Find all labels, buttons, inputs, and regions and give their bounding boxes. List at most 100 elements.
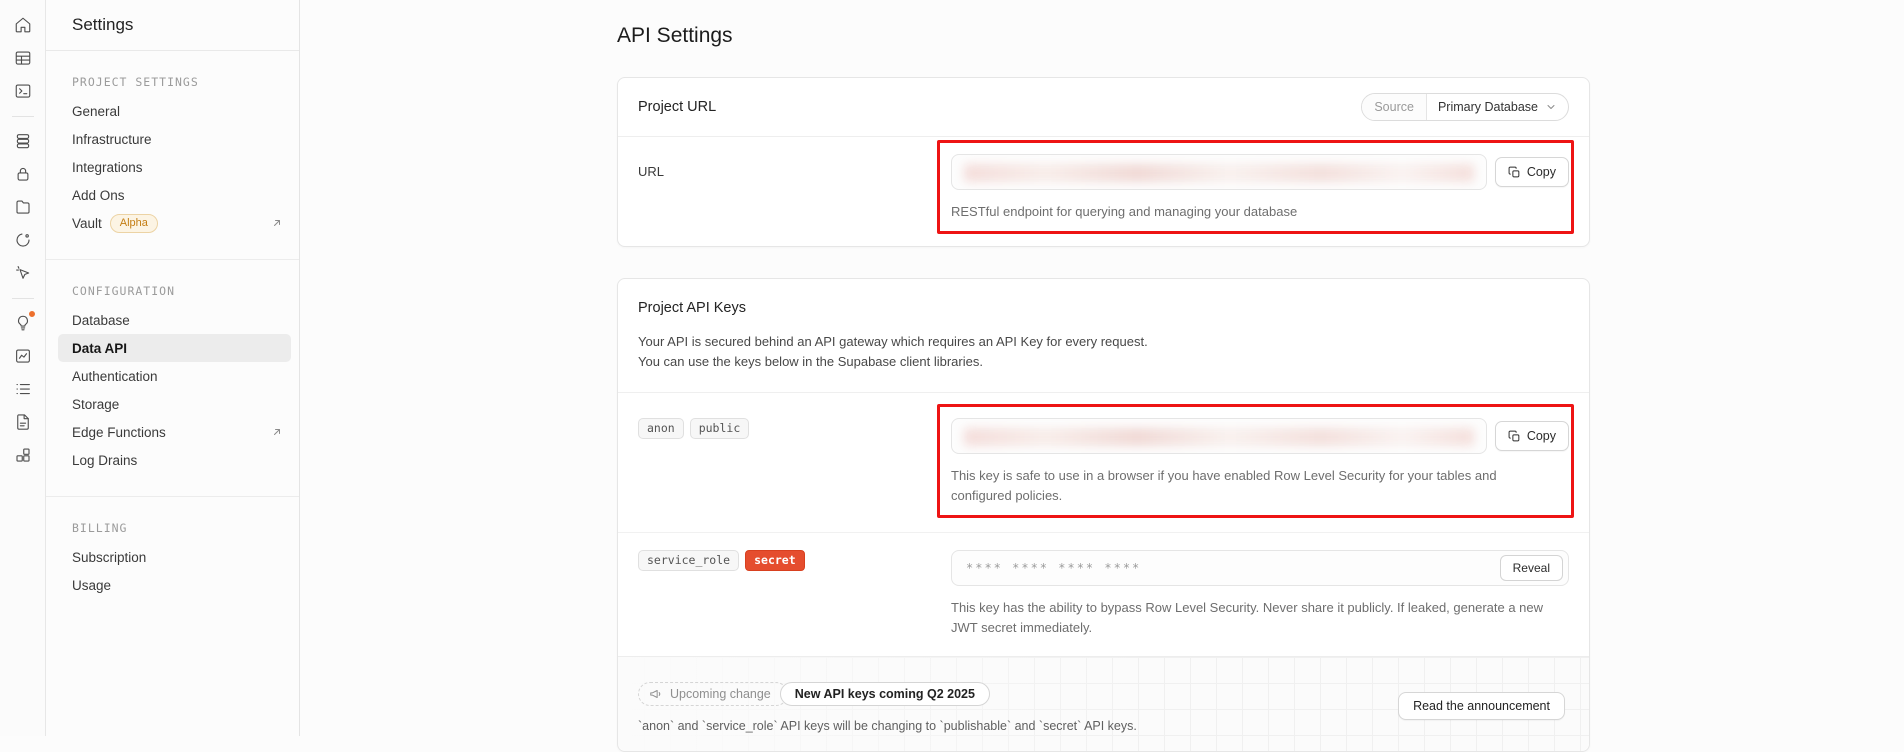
public-badge: public <box>690 418 750 439</box>
source-database-select[interactable]: Source Primary Database <box>1361 93 1569 121</box>
sidebar-item-general[interactable]: General <box>58 97 291 125</box>
sidebar-item-integrations[interactable]: Integrations <box>58 153 291 181</box>
copy-button-label: Copy <box>1527 165 1556 179</box>
upcoming-change-tags: Upcoming change New API keys coming Q2 2… <box>638 682 990 706</box>
redacted-key-blur <box>964 428 1474 446</box>
project-url-card-header: Project URL Source Primary Database <box>618 78 1589 137</box>
section-project-settings: PROJECT SETTINGS General Infrastructure … <box>46 51 299 237</box>
project-url-card: Project URL Source Primary Database URL <box>617 77 1590 247</box>
sidebar-item-storage[interactable]: Storage <box>58 390 291 418</box>
copy-icon <box>1508 166 1521 179</box>
card-title: Project API Keys <box>638 300 746 316</box>
storage-icon[interactable] <box>8 192 38 222</box>
section-label: BILLING <box>46 521 299 543</box>
service-role-key-field[interactable]: **** **** **** **** Reveal <box>951 550 1569 586</box>
api-keys-description: Your API is secured behind an API gatewa… <box>638 332 1569 372</box>
sidebar-item-edge-functions[interactable]: Edge Functions <box>58 418 291 446</box>
sidebar-item-label: Log Drains <box>72 453 137 468</box>
redacted-url-blur <box>964 164 1474 182</box>
section-label: PROJECT SETTINGS <box>46 75 299 97</box>
anon-key-description: This key is safe to use in a browser if … <box>951 466 1551 506</box>
api-docs-icon[interactable] <box>8 407 38 437</box>
source-label: Source <box>1362 94 1427 120</box>
sql-editor-icon[interactable] <box>8 76 38 106</box>
sidebar-item-authentication[interactable]: Authentication <box>58 362 291 390</box>
external-link-icon <box>271 217 283 229</box>
service-role-key-row: service_role secret **** **** **** **** … <box>618 532 1589 656</box>
section-label: CONFIGURATION <box>46 284 299 306</box>
url-row-control: Copy RESTful endpoint for querying and m… <box>951 154 1569 222</box>
masked-key-value: **** **** **** **** <box>966 561 1141 575</box>
chevron-down-icon <box>1545 101 1557 113</box>
project-url-field[interactable] <box>951 154 1487 190</box>
sidebar-item-vault[interactable]: Vault Alpha <box>58 209 291 237</box>
read-announcement-button[interactable]: Read the announcement <box>1398 692 1565 720</box>
secret-badge: secret <box>745 550 805 571</box>
rail-divider <box>12 116 34 117</box>
url-row-label: URL <box>638 154 951 222</box>
advisor-notification-dot <box>28 310 36 318</box>
sidebar-item-database[interactable]: Database <box>58 306 291 334</box>
sidebar-item-label: Subscription <box>72 550 146 565</box>
home-icon[interactable] <box>8 10 38 40</box>
reports-icon[interactable] <box>8 341 38 371</box>
new-api-keys-tag: New API keys coming Q2 2025 <box>780 682 990 706</box>
service-key-description: This key has the ability to bypass Row L… <box>951 598 1551 638</box>
upcoming-change-footer: Upcoming change New API keys coming Q2 2… <box>618 656 1589 751</box>
logs-icon[interactable] <box>8 374 38 404</box>
realtime-icon[interactable] <box>8 258 38 288</box>
copy-url-button[interactable]: Copy <box>1495 157 1569 187</box>
url-description: RESTful endpoint for querying and managi… <box>951 202 1551 222</box>
anon-key-field[interactable] <box>951 418 1487 454</box>
sidebar-item-label: Add Ons <box>72 188 125 203</box>
copy-button-label: Copy <box>1527 429 1556 443</box>
sidebar-item-data-api[interactable]: Data API <box>58 334 291 362</box>
integrations-icon[interactable] <box>8 440 38 470</box>
sidebar-item-label: Storage <box>72 397 119 412</box>
authentication-icon[interactable] <box>8 159 38 189</box>
reveal-button[interactable]: Reveal <box>1500 555 1563 581</box>
sidebar-item-label: Authentication <box>72 369 158 384</box>
section-billing: BILLING Subscription Usage <box>46 496 299 599</box>
settings-sidebar: Settings PROJECT SETTINGS General Infras… <box>46 0 300 736</box>
upcoming-change-tag: Upcoming change <box>638 682 788 706</box>
project-api-keys-card: Project API Keys Your API is secured beh… <box>617 278 1590 752</box>
main-content: API Settings Project URL Source Primary … <box>617 0 1590 752</box>
sidebar-header: Settings <box>46 0 299 51</box>
card-title: Project URL <box>638 99 716 115</box>
table-editor-icon[interactable] <box>8 43 38 73</box>
sidebar-item-log-drains[interactable]: Log Drains <box>58 446 291 474</box>
sidebar-item-usage[interactable]: Usage <box>58 571 291 599</box>
edge-functions-icon[interactable] <box>8 225 38 255</box>
sidebar-item-label: General <box>72 104 120 119</box>
database-icon[interactable] <box>8 126 38 156</box>
external-link-icon <box>271 426 283 438</box>
upcoming-change-description: `anon` and `service_role` API keys will … <box>638 719 1569 733</box>
alpha-badge: Alpha <box>110 214 158 233</box>
section-configuration: CONFIGURATION Database Data API Authenti… <box>46 259 299 474</box>
anon-key-control: Copy This key is safe to use in a browse… <box>951 418 1569 506</box>
sidebar-item-infrastructure[interactable]: Infrastructure <box>58 125 291 153</box>
sidebar-item-add-ons[interactable]: Add Ons <box>58 181 291 209</box>
sidebar-item-label: Database <box>72 313 130 328</box>
copy-icon <box>1508 430 1521 443</box>
copy-anon-key-button[interactable]: Copy <box>1495 421 1569 451</box>
sidebar-item-label: Integrations <box>72 160 143 175</box>
page-title: API Settings <box>617 0 1590 48</box>
project-url-card-body: URL Copy RESTful endpoint for querying a… <box>618 137 1589 246</box>
app-icon-rail <box>0 0 46 736</box>
api-keys-card-header: Project API Keys Your API is secured beh… <box>618 279 1589 393</box>
sidebar-item-subscription[interactable]: Subscription <box>58 543 291 571</box>
sidebar-title: Settings <box>72 15 133 35</box>
rail-divider <box>12 298 34 299</box>
sidebar-item-label: Usage <box>72 578 111 593</box>
service-role-badge: service_role <box>638 550 739 571</box>
anon-key-row: anon public Copy This key is safe to use… <box>618 393 1589 532</box>
megaphone-icon <box>649 687 663 701</box>
sidebar-item-label: Infrastructure <box>72 132 152 147</box>
anon-badge: anon <box>638 418 684 439</box>
advisors-icon[interactable] <box>8 308 38 338</box>
service-key-control: **** **** **** **** Reveal This key has … <box>951 550 1569 638</box>
sidebar-item-label: Data API <box>72 341 127 356</box>
source-value: Primary Database <box>1438 100 1538 114</box>
